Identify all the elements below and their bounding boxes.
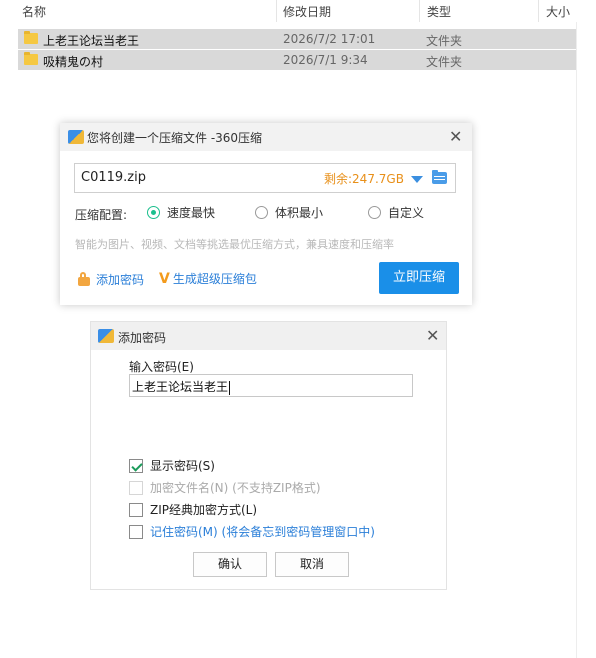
dialog-title: 您将创建一个压缩文件 -360压缩 [87,131,263,145]
close-icon[interactable]: ✕ [449,129,462,145]
dialog-title-bar[interactable]: 添加密码 ✕ [91,322,446,350]
app-360zip-icon [98,329,114,343]
column-divider[interactable] [538,0,539,22]
lock-icon [78,272,90,286]
radio-fastest[interactable]: 速度最快 [147,204,215,221]
column-divider[interactable] [419,0,420,22]
radio-custom[interactable]: 自定义 [368,204,424,221]
checkbox-icon[interactable] [129,524,143,539]
column-size[interactable]: 大小 [546,3,570,20]
radio-label: 速度最快 [167,206,216,220]
password-field[interactable]: 上老王论坛当老王 [129,374,413,397]
text-cursor [229,380,231,395]
radio-smallest[interactable]: 体积最小 [255,204,323,221]
create-sfx-label: 生成超级压缩包 [172,272,257,286]
zip-classic-encryption-checkbox[interactable]: ZIP经典加密方式(L) [129,501,257,518]
file-modified: 2026/7/2 17:01 [283,32,376,46]
free-space-label: 剩余:247.7GB [324,172,404,186]
dialog-title: 添加密码 [118,331,167,345]
column-name[interactable]: 名称 [22,3,46,20]
pane-border [576,22,577,658]
radio-button-icon[interactable] [147,206,160,219]
encrypt-filenames-checkbox[interactable]: 加密文件名(N) (不支持ZIP格式) [129,479,321,496]
chevron-down-icon[interactable] [411,176,423,183]
archive-filename[interactable]: C0119.zip [81,170,146,185]
checkbox-label: 记住密码(M) (将会备忘到密码管理窗口中) [150,525,375,539]
checkbox-icon[interactable] [129,480,143,495]
compress-now-button[interactable]: 立即压缩 [379,262,459,294]
compress-hint: 智能为图片、视频、文档等挑选最优压缩方式，兼具速度和压缩率 [75,238,394,251]
cancel-button[interactable]: 取消 [275,552,349,577]
radio-button-icon[interactable] [255,206,268,219]
folder-icon [24,31,38,44]
radio-label: 自定义 [388,206,425,220]
column-modified[interactable]: 修改日期 [283,3,331,20]
file-row[interactable]: 吸精鬼の村 2026/7/1 9:34 文件夹 [18,50,576,70]
radio-button-icon[interactable] [368,206,381,219]
remember-password-checkbox[interactable]: 记住密码(M) (将会备忘到密码管理窗口中) [129,523,375,540]
folder-browse-icon[interactable] [432,170,447,184]
checkbox-label: ZIP经典加密方式(L) [150,503,258,517]
v-badge-icon: V [159,270,170,287]
file-type: 文件夹 [426,55,463,69]
create-sfx-link[interactable]: V 生成超级压缩包 [159,270,257,287]
file-row[interactable]: 上老王论坛当老王 2026/7/2 17:01 文件夹 [18,29,576,49]
file-modified: 2026/7/1 9:34 [283,53,368,67]
file-type: 文件夹 [426,34,463,48]
confirm-button[interactable]: 确认 [193,552,267,577]
column-type[interactable]: 类型 [427,3,451,20]
file-name: 吸精鬼の村 [43,55,104,69]
checkbox-label: 加密文件名(N) (不支持ZIP格式) [150,481,321,495]
checkbox-icon[interactable] [129,502,143,517]
file-name: 上老王论坛当老王 [43,34,140,48]
app-360zip-icon [68,130,84,144]
checkbox-label: 显示密码(S) [150,459,215,473]
column-header: 名称 修改日期 类型 大小 [0,0,596,22]
column-divider[interactable] [276,0,277,22]
add-password-link[interactable]: 添加密码 [78,271,144,288]
dialog-title-bar[interactable]: 您将创建一个压缩文件 -360压缩 ✕ [60,123,472,151]
password-label: 输入密码(E) [129,360,194,374]
add-password-label: 添加密码 [96,273,145,287]
radio-label: 体积最小 [275,206,324,220]
archive-path-field[interactable]: C0119.zip 剩余:247.7GB [74,163,456,193]
close-icon[interactable]: ✕ [426,328,439,344]
compress-dialog: 您将创建一个压缩文件 -360压缩 ✕ C0119.zip 剩余:247.7GB… [60,123,472,305]
checkbox-checked-icon[interactable] [129,458,143,473]
compress-config-label: 压缩配置: [75,208,128,222]
add-password-dialog: 添加密码 ✕ 输入密码(E) 上老王论坛当老王 显示密码(S) 加密文件名(N)… [90,321,447,590]
folder-icon [24,52,38,65]
show-password-checkbox[interactable]: 显示密码(S) [129,457,215,474]
password-value: 上老王论坛当老王 [132,380,229,394]
